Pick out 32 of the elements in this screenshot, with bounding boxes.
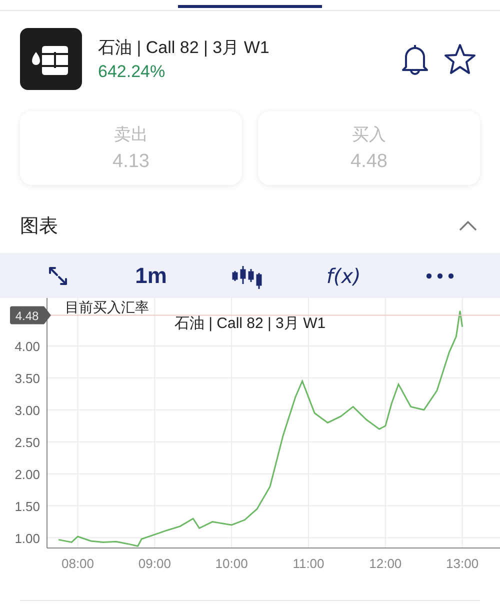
x-axis-label: 09:00 xyxy=(138,556,171,571)
y-axis-label: 4.00 xyxy=(14,338,40,354)
y-axis-label: 3.50 xyxy=(14,370,40,386)
function-button[interactable]: f(x) xyxy=(326,264,361,288)
oil-barrel-icon xyxy=(20,28,82,90)
instrument-title: 石油 | Call 82 | 3月 W1 xyxy=(98,37,270,59)
interval-button[interactable]: 1m xyxy=(135,262,167,288)
more-icon xyxy=(426,272,454,278)
quote-label: 卖出 xyxy=(114,124,148,146)
x-axis-label: 12:00 xyxy=(369,556,402,571)
chevron-icon[interactable] xyxy=(458,220,478,232)
chart-caption: 目前买入汇率 xyxy=(65,299,149,315)
x-axis-label: 13:00 xyxy=(446,556,479,571)
quote-label: 买入 xyxy=(352,124,386,146)
y-axis-label: 3.00 xyxy=(14,402,40,418)
y-axis-label: 2.50 xyxy=(14,434,40,450)
chart-title: 石油 | Call 82 | 3月 W1 xyxy=(174,315,326,332)
y-axis-label: 2.00 xyxy=(14,466,40,482)
price-tag xyxy=(10,306,51,324)
more-button[interactable] xyxy=(426,272,454,278)
y-axis-label: 1.50 xyxy=(14,498,40,514)
x-axis-label: 10:00 xyxy=(215,556,248,571)
x-axis-label: 08:00 xyxy=(62,556,94,571)
x-axis-label: 11:00 xyxy=(292,556,324,571)
quote-value: 4.13 xyxy=(112,151,150,173)
bell-icon[interactable] xyxy=(400,43,430,75)
section-title: 图表 xyxy=(20,215,58,239)
change-percent: 642.24% xyxy=(98,62,166,82)
star-icon[interactable] xyxy=(444,43,476,75)
quote-value: 4.48 xyxy=(350,151,388,173)
price-tag-label: 4.48 xyxy=(15,308,39,323)
y-axis-label: 1.00 xyxy=(14,530,40,546)
